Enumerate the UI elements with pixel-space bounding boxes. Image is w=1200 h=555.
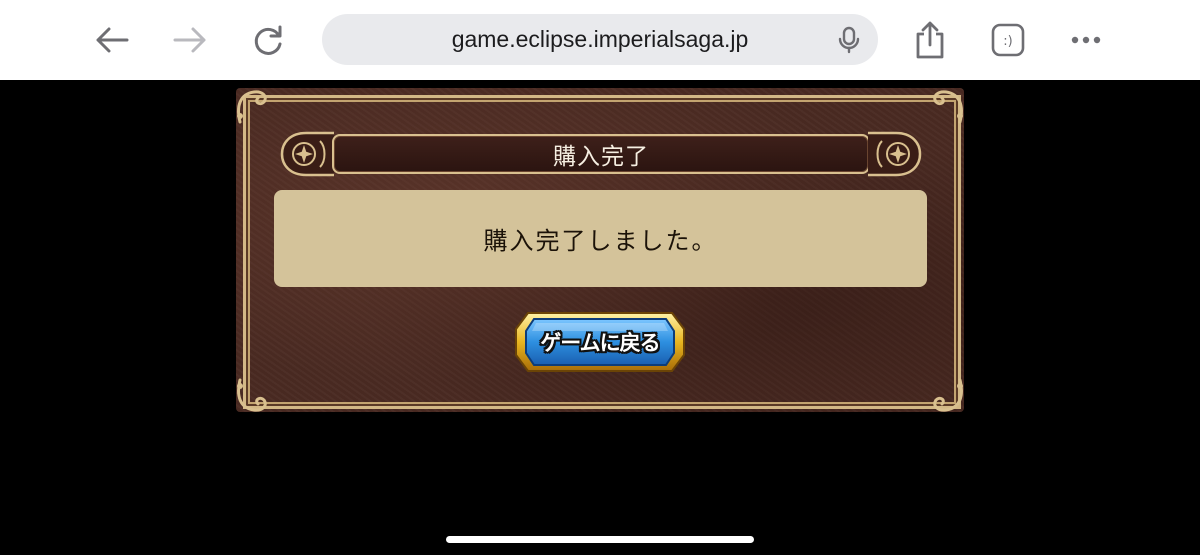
return-button-label: ゲームに戻る (540, 331, 660, 355)
home-indicator[interactable] (446, 536, 754, 543)
ornament-corner-icon (933, 378, 963, 412)
message-text: 購入完了しました。 (483, 227, 718, 255)
more-button[interactable] (1064, 18, 1108, 62)
share-button[interactable] (908, 18, 952, 62)
url-text[interactable]: game.eclipse.imperialsaga.jp (322, 14, 818, 65)
message-box: 購入完了しました。 (274, 190, 927, 287)
ornament-corner-icon (933, 90, 963, 124)
forward-button[interactable] (168, 18, 212, 62)
title-ornament-right-icon (868, 131, 922, 177)
tabs-button[interactable]: :) (986, 18, 1030, 62)
tabs-label: :) (1003, 34, 1012, 49)
address-bar[interactable]: game.eclipse.imperialsaga.jp (322, 14, 878, 65)
reload-button[interactable] (246, 18, 290, 62)
reload-icon (254, 25, 282, 55)
back-button[interactable] (90, 18, 134, 62)
title-ornament-left-icon (280, 131, 334, 177)
forward-arrow-icon (173, 27, 206, 53)
return-to-game-button[interactable]: ゲームに戻る (514, 309, 686, 375)
dialog-title: 購入完了 (553, 144, 649, 170)
ornament-corner-icon (237, 90, 267, 124)
share-icon (916, 21, 944, 59)
title-plate: 購入完了 (332, 134, 870, 174)
browser-toolbar: game.eclipse.imperialsaga.jp :) (0, 0, 1200, 80)
more-icon (1071, 36, 1101, 44)
dialog-title-bar: 購入完了 (280, 129, 922, 179)
ornament-corner-icon (237, 378, 267, 412)
tabs-icon: :) (991, 23, 1025, 57)
microphone-icon[interactable] (836, 26, 862, 54)
back-arrow-icon (96, 27, 129, 53)
